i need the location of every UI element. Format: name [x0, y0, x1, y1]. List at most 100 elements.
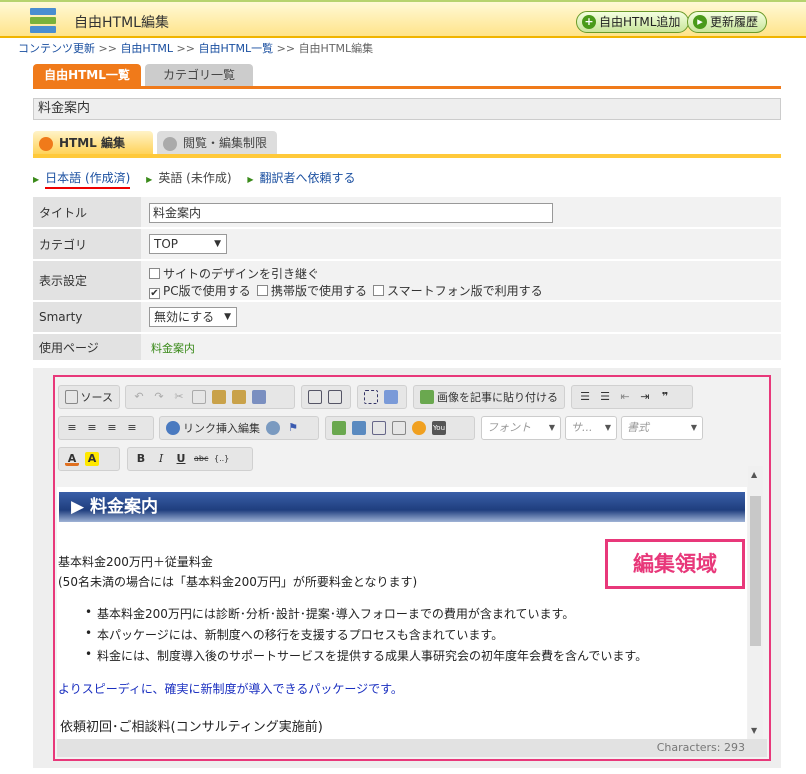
- breadcrumb-item[interactable]: 自由HTML: [120, 42, 173, 55]
- tab-html-edit[interactable]: HTML 編集: [33, 131, 153, 156]
- background-color-icon[interactable]: A: [85, 452, 99, 466]
- numbered-list-icon[interactable]: ☰: [578, 390, 592, 404]
- checkbox-icon: [257, 285, 268, 296]
- list-item: 料金には、制度導入後のサポートサービスを提供する成果人事研究会の初年度年会費を含…: [85, 647, 647, 664]
- strikethrough-icon[interactable]: abc: [194, 452, 208, 466]
- align-justify-icon[interactable]: ≡: [125, 421, 139, 435]
- page-title: 自由HTML編集: [74, 15, 169, 31]
- title-label: タイトル: [33, 197, 141, 227]
- paste-text-icon[interactable]: [232, 390, 246, 404]
- outdent-icon[interactable]: ⇤: [618, 390, 632, 404]
- used-page-label: 使用ページ: [33, 334, 141, 360]
- content-heading: ▶ 料金案内: [59, 492, 745, 522]
- editor-content-area[interactable]: ▶ 料金案内 基本料金200万円＋従量料金 (50名未満の場合には「基本料金20…: [57, 487, 747, 739]
- maximize-icon[interactable]: [308, 390, 322, 404]
- pc-version-checkbox[interactable]: ✔ PC版で使用する: [149, 282, 251, 299]
- font-combo[interactable]: フォント ▼: [481, 416, 561, 440]
- inherit-design-checkbox[interactable]: サイトのデザインを引き継ぐ: [149, 265, 319, 282]
- used-page-link[interactable]: 料金案内: [151, 340, 195, 356]
- view-toolbar-group: [301, 385, 351, 409]
- checkbox-checked-icon: ✔: [149, 288, 160, 299]
- play-icon: ▸: [693, 15, 707, 29]
- breadcrumb-current: 自由HTML編集: [298, 42, 374, 55]
- language-selector: ▶ 日本語 (作成済) ▶ 英語 (未作成) ▶ 翻訳者へ依頼する: [33, 169, 368, 189]
- indent-icon[interactable]: ⇥: [638, 390, 652, 404]
- youtube-icon[interactable]: You: [432, 421, 446, 435]
- scroll-thumb[interactable]: [750, 496, 761, 646]
- insert-image-icon[interactable]: [332, 421, 346, 435]
- smartphone-version-checkbox[interactable]: スマートフォン版で利用する: [373, 282, 543, 299]
- redo-icon[interactable]: ↷: [152, 390, 166, 404]
- tab-free-html-list[interactable]: 自由HTML一覧: [33, 64, 141, 86]
- editor-container: ソース ↶ ↷ ✂ 画像を記事に貼り付ける ☰ ☰ ⇤ ⇥ ❞ ≡ ≡ ≡ ≡ …: [33, 368, 781, 768]
- stack-icon: [30, 8, 56, 33]
- globe-link-icon[interactable]: [166, 421, 180, 435]
- paste-word-icon[interactable]: [252, 390, 266, 404]
- add-free-html-button[interactable]: + 自由HTML追加: [576, 11, 690, 33]
- unlink-icon[interactable]: [266, 421, 280, 435]
- play-icon: [39, 137, 53, 151]
- tab-view-edit-restriction[interactable]: 閲覧・編集制限: [157, 131, 277, 156]
- underline-icon[interactable]: U: [174, 452, 188, 466]
- page-name-bar: 料金案内: [33, 98, 781, 120]
- italic-icon[interactable]: I: [154, 452, 168, 466]
- undo-icon[interactable]: ↶: [132, 390, 146, 404]
- update-history-button[interactable]: ▸ 更新履歴: [687, 11, 768, 33]
- content-text: 依頼初回･ご相談料(コンサルティング実施前): [60, 720, 323, 735]
- triangle-icon: ▶: [146, 175, 153, 184]
- lang-english[interactable]: 英語 (未作成): [158, 171, 231, 185]
- top-bar: 自由HTML編集 + 自由HTML追加 ▸ 更新履歴: [0, 0, 806, 38]
- title-input[interactable]: 料金案内: [149, 203, 553, 223]
- paste-icon[interactable]: [212, 390, 226, 404]
- anchor-flag-icon[interactable]: ⚑: [286, 421, 300, 435]
- bulleted-list-icon[interactable]: ☰: [598, 390, 612, 404]
- lang-japanese[interactable]: 日本語 (作成済): [45, 171, 131, 189]
- play-icon: [163, 137, 177, 151]
- format-combo[interactable]: 書式 ▼: [621, 416, 703, 440]
- source-button[interactable]: ソース: [58, 385, 120, 409]
- text-color-icon[interactable]: A: [65, 452, 79, 466]
- horizontal-rule-icon[interactable]: [392, 421, 406, 435]
- smarty-select[interactable]: 無効にする ▼: [149, 307, 237, 327]
- insert-media-icon[interactable]: [352, 421, 366, 435]
- blockquote-icon[interactable]: ❞: [658, 390, 672, 404]
- editor-scrollbar[interactable]: ▲ ▼: [748, 466, 763, 739]
- code-icon[interactable]: {..}: [214, 452, 229, 466]
- style-toolbar-group: B I U abc {..}: [127, 447, 253, 471]
- display-label: 表示設定: [33, 261, 141, 300]
- form-row-display: 表示設定 サイトのデザインを引き継ぐ ✔ PC版で使用する 携帯版で使用する スマ…: [33, 261, 781, 301]
- preview-icon[interactable]: [328, 390, 342, 404]
- link-toolbar-group: リンク挿入編集 ⚑: [159, 416, 319, 440]
- mobile-version-checkbox[interactable]: 携帯版で使用する: [257, 282, 367, 299]
- breadcrumb-item[interactable]: コンテンツ更新: [18, 42, 95, 55]
- chevron-down-icon: ▼: [224, 312, 231, 322]
- font-size-combo[interactable]: サ... ▼: [565, 416, 617, 440]
- bold-icon[interactable]: B: [134, 452, 148, 466]
- smiley-icon[interactable]: [412, 421, 426, 435]
- align-center-icon[interactable]: ≡: [85, 421, 99, 435]
- form-row-smarty: Smarty 無効にする ▼: [33, 302, 781, 333]
- paste-image-button[interactable]: 画像を記事に貼り付ける: [413, 385, 565, 409]
- copy-icon[interactable]: [192, 390, 206, 404]
- scroll-up-icon[interactable]: ▲: [751, 470, 757, 479]
- tab-category-list[interactable]: カテゴリ一覧: [145, 64, 253, 86]
- link-insert-button[interactable]: リンク挿入編集: [183, 420, 260, 436]
- cut-icon[interactable]: ✂: [172, 390, 186, 404]
- document-icon: [65, 390, 78, 404]
- category-label: カテゴリ: [33, 229, 141, 259]
- scroll-down-icon[interactable]: ▼: [751, 726, 757, 735]
- select-all-icon[interactable]: [364, 390, 378, 404]
- chevron-down-icon: ▼: [690, 423, 697, 432]
- align-right-icon[interactable]: ≡: [105, 421, 119, 435]
- breadcrumb-item[interactable]: 自由HTML一覧: [199, 42, 274, 55]
- chevron-down-icon: ▼: [214, 239, 221, 249]
- request-translator-link[interactable]: 翻訳者へ依頼する: [260, 171, 356, 185]
- table-icon[interactable]: [372, 421, 386, 435]
- form-row-used-page: 使用ページ 料金案内: [33, 334, 781, 361]
- subtab-divider: [33, 154, 781, 158]
- eraser-icon[interactable]: [384, 390, 398, 404]
- align-left-icon[interactable]: ≡: [65, 421, 79, 435]
- category-select[interactable]: TOP ▼: [149, 234, 227, 254]
- triangle-icon: ▶: [33, 175, 40, 184]
- content-text: 基本料金200万円＋従量料金: [58, 555, 213, 569]
